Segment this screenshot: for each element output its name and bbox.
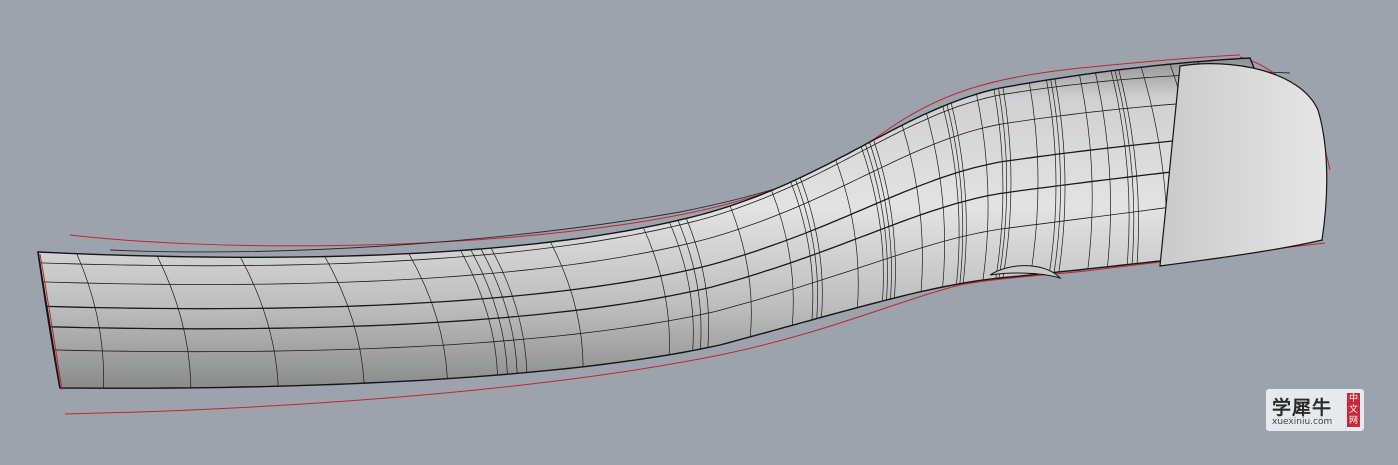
tube-surface-model[interactable] bbox=[0, 0, 1398, 465]
tube-body[interactable] bbox=[37, 57, 1328, 391]
watermark-title: 学犀牛 bbox=[1272, 397, 1333, 419]
watermark-badge: 中 文 网 bbox=[1347, 393, 1360, 427]
watermark-logo: 学犀牛 xuexiniu.com 中 文 网 bbox=[1266, 389, 1364, 431]
tube-end-face bbox=[1159, 63, 1328, 267]
watermark-url: xuexiniu.com bbox=[1272, 417, 1333, 427]
watermark-badge-char-3: 网 bbox=[1348, 415, 1358, 426]
watermark-badge-char-2: 文 bbox=[1348, 404, 1358, 415]
watermark-badge-char-1: 中 bbox=[1348, 393, 1358, 404]
rhino-viewport[interactable]: 学犀牛 xuexiniu.com 中 文 网 bbox=[0, 0, 1398, 465]
